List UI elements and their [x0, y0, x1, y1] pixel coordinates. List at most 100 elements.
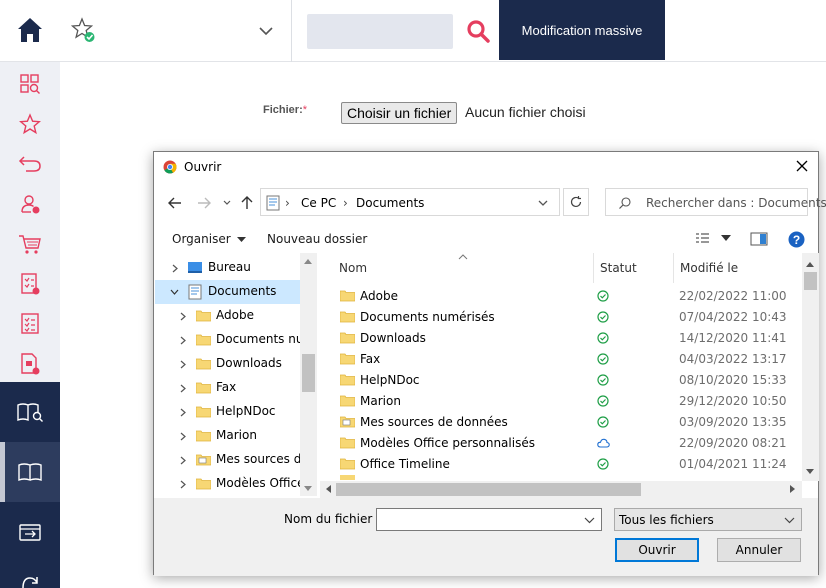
scroll-thumb[interactable]	[804, 272, 817, 290]
tree-item-label: Bureau	[208, 260, 251, 274]
view-dropdown-icon[interactable]	[721, 234, 731, 242]
home-icon[interactable]	[14, 14, 46, 46]
sidebar-item-transfer[interactable]	[0, 502, 60, 562]
search-input[interactable]	[307, 14, 453, 49]
file-row[interactable]: Fax 04/03/2022 13:17	[335, 349, 802, 370]
sidebar-item-refresh[interactable]	[0, 562, 60, 588]
file-row[interactable]: HelpNDoc 08/10/2020 15:33	[335, 370, 802, 391]
filetype-value: Tous les fichiers	[619, 513, 714, 527]
sidebar-item-favorites[interactable]	[0, 104, 60, 144]
chevron-down-icon[interactable]	[584, 516, 595, 524]
tree-item-helpndoc[interactable]: HelpNDoc	[155, 400, 300, 424]
tree-item-downloads[interactable]: Downloads	[155, 352, 300, 376]
mass-edit-button[interactable]: Modification massive	[499, 0, 665, 60]
file-row[interactable]: Downloads 14/12/2020 11:41	[335, 328, 802, 349]
expand-arrow-icon[interactable]	[180, 360, 186, 369]
back-arrow-icon[interactable]	[166, 194, 184, 212]
dialog-search-input[interactable]: Rechercher dans : Documents	[605, 188, 826, 216]
tree-item-office-templates[interactable]: Modèles Office p	[155, 472, 300, 496]
tree-item-documents[interactable]: Documents	[155, 280, 300, 304]
file-row[interactable]: Office Timeline 01/04/2021 11:24	[335, 454, 802, 475]
tree-item-label: Mes sources de	[216, 452, 300, 466]
filename-label: Nom du fichier :	[284, 512, 381, 526]
search-placeholder: Rechercher dans : Documents	[646, 196, 826, 210]
scroll-up-icon[interactable]	[304, 259, 312, 264]
expand-arrow-icon[interactable]	[180, 432, 186, 441]
open-button[interactable]: Ouvrir	[615, 538, 699, 562]
tree-item-adobe[interactable]: Adobe	[155, 304, 300, 328]
sidebar-item-book-search[interactable]	[0, 382, 60, 442]
expand-arrow-icon[interactable]	[180, 456, 186, 465]
collapse-arrow-icon[interactable]	[170, 289, 179, 295]
sidebar-item-checklist-add[interactable]	[0, 264, 60, 304]
dialog-title-bar: Ouvrir	[154, 152, 818, 182]
tree-item-data-sources[interactable]: Mes sources de	[155, 448, 300, 472]
filetype-select[interactable]: Tous les fichiers	[614, 508, 802, 531]
chevron-down-icon[interactable]	[256, 24, 276, 38]
breadcrumb-documents[interactable]: Documents	[356, 196, 424, 210]
file-name: Documents numérisés	[360, 310, 495, 324]
scroll-up-icon[interactable]	[806, 262, 814, 267]
help-icon[interactable]: ?	[788, 231, 805, 248]
scroll-thumb[interactable]	[302, 354, 315, 392]
scroll-down-icon[interactable]	[806, 469, 814, 474]
scroll-right-icon[interactable]	[790, 485, 795, 493]
expand-arrow-icon[interactable]	[180, 312, 186, 321]
forward-arrow-icon[interactable]	[195, 194, 213, 212]
search-icon[interactable]	[465, 18, 491, 44]
no-file-text: Aucun fichier choisi	[465, 104, 586, 120]
file-row[interactable]: Adobe 22/02/2022 11:00	[335, 286, 802, 307]
file-date: 01/04/2021 11:24	[679, 457, 787, 471]
file-row[interactable]: Modèles Office personnalisés 22/09/2020 …	[335, 433, 802, 454]
sidebar-item-user-add[interactable]	[0, 184, 60, 224]
file-name: Downloads	[360, 331, 426, 345]
refresh-icon	[570, 196, 582, 208]
filename-input[interactable]	[376, 508, 602, 531]
sidebar-item-undo[interactable]	[0, 144, 60, 184]
organize-menu[interactable]: Organiser	[172, 232, 247, 246]
address-dropdown-icon[interactable]	[537, 198, 549, 208]
cancel-button[interactable]: Annuler	[717, 538, 801, 562]
file-row[interactable]: Mes sources de données 03/09/2020 13:35	[335, 412, 802, 433]
recent-chevron-icon[interactable]	[222, 194, 232, 212]
breadcrumb-this-pc[interactable]: Ce PC	[301, 196, 336, 210]
expand-arrow-icon[interactable]	[180, 408, 186, 417]
tree-item-fax[interactable]: Fax	[155, 376, 300, 400]
expand-arrow-icon[interactable]	[180, 336, 186, 345]
refresh-button[interactable]	[563, 188, 589, 216]
sidebar-item-grid-search[interactable]	[0, 64, 60, 104]
sidebar-item-cart[interactable]	[0, 224, 60, 264]
tree-item-desktop[interactable]: Bureau	[155, 256, 300, 280]
tree-item-label: Adobe	[216, 308, 254, 322]
expand-arrow-icon[interactable]	[180, 480, 186, 489]
tree-item-marion[interactable]: Marion	[155, 424, 300, 448]
list-horizontal-scrollbar[interactable]	[320, 481, 802, 498]
address-bar[interactable]: › Ce PC › Documents	[260, 188, 560, 216]
tree-item-scanned[interactable]: Documents num	[155, 328, 300, 352]
expand-arrow-icon[interactable]	[172, 264, 178, 273]
cloud-icon	[597, 438, 610, 448]
scroll-thumb[interactable]	[336, 483, 641, 496]
sidebar-item-checklist[interactable]	[0, 304, 60, 344]
scroll-left-icon[interactable]	[326, 485, 331, 493]
up-arrow-icon[interactable]	[238, 194, 256, 212]
file-row[interactable]: Marion 29/12/2020 10:50	[335, 391, 802, 412]
expand-arrow-icon[interactable]	[180, 384, 186, 393]
required-mark: *	[302, 104, 308, 116]
choose-file-button[interactable]: Choisir un fichier	[341, 102, 458, 124]
sidebar-item-document-add[interactable]	[0, 344, 60, 384]
scroll-down-icon[interactable]	[304, 486, 312, 491]
preview-pane-icon[interactable]	[750, 232, 768, 246]
file-date: 08/10/2020 15:33	[679, 373, 787, 387]
sidebar-item-book[interactable]	[0, 442, 60, 502]
list-vertical-scrollbar[interactable]	[802, 253, 819, 481]
tree-scrollbar[interactable]	[300, 253, 317, 496]
new-folder-button[interactable]: Nouveau dossier	[267, 232, 367, 246]
folder-icon	[340, 437, 355, 449]
file-name: Office Timeline	[360, 457, 450, 471]
star-icon	[19, 113, 41, 135]
file-row[interactable]: Documents numérisés 07/04/2022 10:43	[335, 307, 802, 328]
close-icon[interactable]	[794, 158, 810, 174]
view-options-icon[interactable]	[695, 232, 715, 246]
star-check-icon[interactable]	[70, 16, 98, 44]
